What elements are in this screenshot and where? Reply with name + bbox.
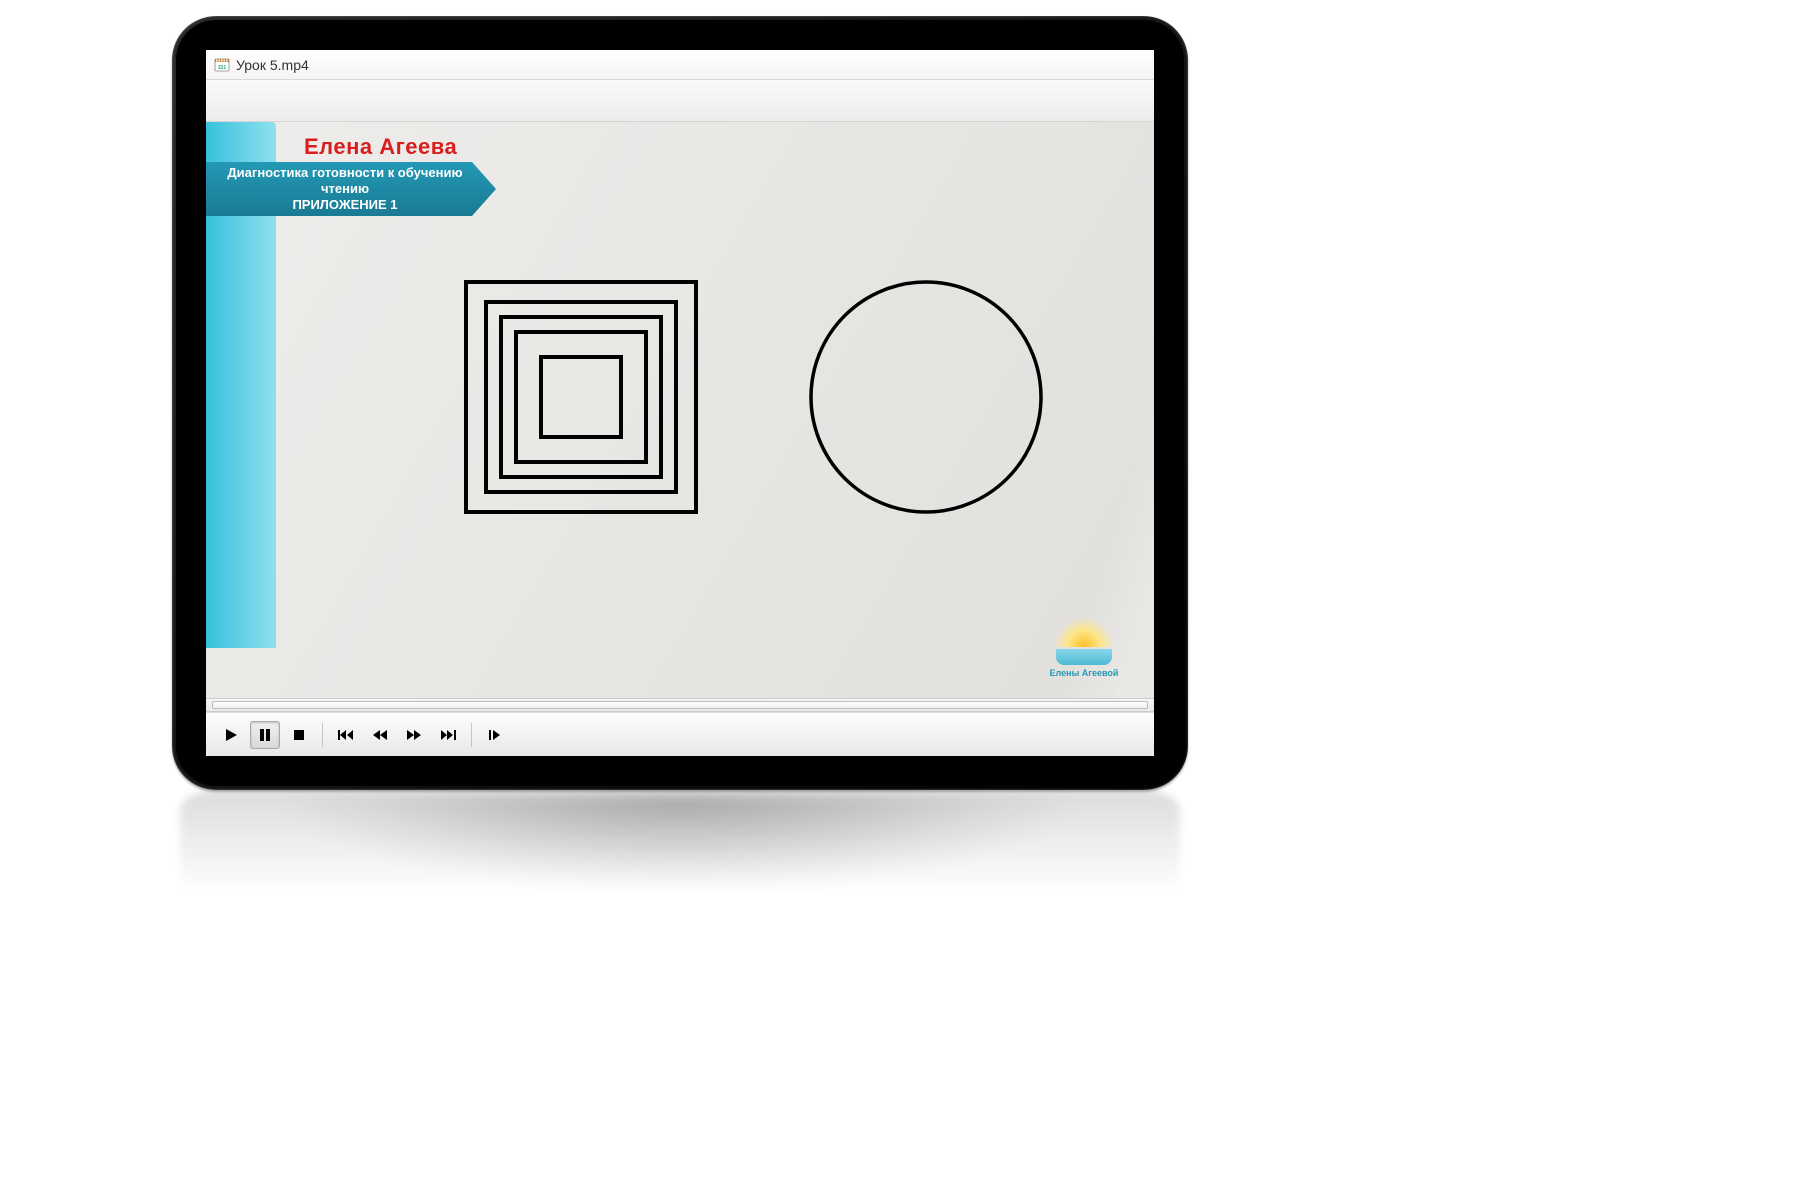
controls-separator-2 [471,723,472,747]
logo-text: Елены Агеевой [1050,668,1119,678]
stop-button[interactable] [284,721,314,749]
fast-forward-button[interactable] [399,721,429,749]
logo-book-icon [1056,649,1112,665]
window-title: Урок 5.mp4 [236,57,309,73]
next-track-button[interactable] [433,721,463,749]
video-file-icon: 321 [214,57,230,73]
slide-shapes [206,122,1154,682]
controls-separator [322,723,323,747]
prev-track-button[interactable] [331,721,361,749]
seek-bar[interactable] [206,698,1154,712]
logo-sun-icon [1054,617,1114,647]
play-button[interactable] [216,721,246,749]
window-titlebar: 321 Урок 5.mp4 [206,50,1154,80]
watermark-logo: Елены Агеевой [1034,617,1134,678]
screen: 321 Урок 5.mp4 Елена Агеева Диагностика … [206,50,1154,756]
tablet-bezel: 321 Урок 5.mp4 Елена Агеева Диагностика … [176,20,1184,786]
player-controls [206,712,1154,756]
seek-track[interactable] [212,701,1148,709]
pause-button[interactable] [250,721,280,749]
rewind-button[interactable] [365,721,395,749]
svg-text:321: 321 [218,65,227,71]
toolbar-strip [206,80,1154,122]
step-forward-button[interactable] [480,721,510,749]
video-frame[interactable]: Елена Агеева Диагностика готовности к об… [206,122,1154,698]
tablet-frame: 321 Урок 5.mp4 Елена Агеева Диагностика … [172,16,1188,790]
tablet-reflection [180,790,1180,940]
